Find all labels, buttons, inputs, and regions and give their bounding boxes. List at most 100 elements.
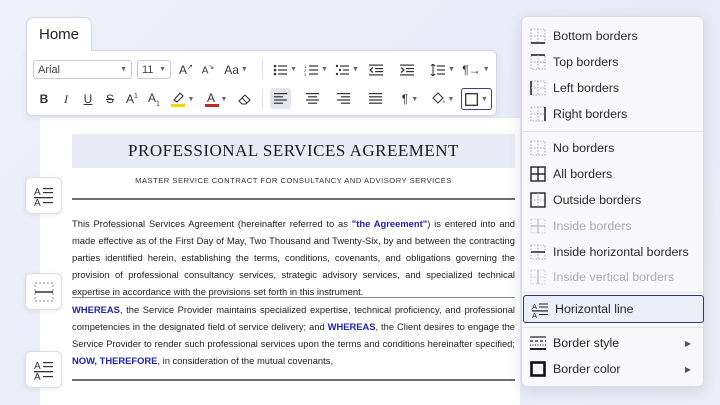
border-top-icon	[530, 54, 546, 70]
align-justify-icon	[369, 93, 382, 104]
menu-item-label: Inside vertical borders	[553, 270, 675, 284]
horizontal-line-icon: AA	[532, 302, 548, 318]
menu-item-all-borders[interactable]: All borders	[522, 161, 703, 187]
strikethrough-button[interactable]: S	[101, 89, 119, 109]
insert-horizontal-line-button[interactable]: AA	[25, 177, 62, 214]
inside-border-button[interactable]	[25, 273, 62, 310]
highlight-color-button[interactable]: ▼	[167, 89, 197, 109]
menu-divider	[522, 292, 703, 293]
svg-text:A: A	[34, 198, 41, 206]
decrease-indent-button[interactable]	[367, 60, 385, 79]
menu-item-outside-borders[interactable]: Outside borders	[522, 187, 703, 213]
menu-item-label: No borders	[553, 141, 615, 155]
align-left-button[interactable]	[270, 88, 291, 109]
paragraph-marks-button[interactable]: ¶ ▼	[397, 89, 423, 109]
text-direction-button[interactable]: ¶→ ▼	[462, 60, 490, 79]
paragraph-text: , in consideration of the mutual covenan…	[157, 355, 334, 367]
grow-font-button[interactable]: A↗	[177, 60, 195, 79]
chevron-down-icon: ▼	[482, 66, 490, 73]
menu-item-left-borders[interactable]: Left borders	[522, 75, 703, 101]
change-case-button[interactable]: Aa ▼	[223, 60, 249, 79]
menu-item-inside-horizontal-borders[interactable]: Inside horizontal borders	[522, 239, 703, 265]
multilevel-list-button[interactable]: ▼	[334, 60, 360, 79]
toolbar-divider	[262, 89, 263, 109]
decrease-indent-icon	[369, 64, 383, 75]
border-style-icon	[530, 336, 546, 350]
menu-divider	[522, 327, 703, 328]
insert-horizontal-line-button-2[interactable]: AA	[25, 351, 62, 388]
align-center-button[interactable]	[302, 88, 323, 109]
menu-item-right-borders[interactable]: Right borders	[522, 101, 703, 127]
menu-item-border-color[interactable]: Border color ▶	[522, 356, 703, 382]
multilevel-list-icon	[335, 64, 350, 75]
svg-text:A: A	[34, 372, 41, 380]
align-right-button[interactable]	[333, 88, 354, 109]
paragraph-whereas: WHEREAS, the Service Provider maintains …	[72, 301, 515, 369]
menu-item-label: Top borders	[553, 55, 619, 69]
keyword: NOW, THEREFORE	[72, 355, 158, 367]
toolbar-divider	[262, 59, 263, 79]
border-all-icon	[530, 166, 546, 182]
font-color-button[interactable]: A ▼	[201, 89, 231, 109]
chevron-down-icon: ▼	[240, 66, 248, 73]
chevron-right-icon: ▶	[684, 338, 691, 348]
numbering-button[interactable]: 123 ▼	[303, 60, 329, 79]
justify-button[interactable]	[365, 88, 386, 109]
menu-item-label: Border color	[553, 362, 621, 376]
menu-item-label: Bottom borders	[553, 29, 638, 43]
border-outside-icon	[530, 192, 546, 208]
italic-button[interactable]: I	[57, 89, 75, 109]
border-inside-horizontal-icon	[530, 244, 546, 260]
increase-indent-icon	[400, 64, 414, 75]
border-none-icon	[530, 140, 546, 156]
chevron-down-icon: ▼	[159, 66, 166, 73]
bullets-button[interactable]: ▼	[272, 60, 298, 79]
underline-icon: U	[83, 92, 93, 106]
menu-item-border-style[interactable]: Border style ▶	[522, 330, 703, 356]
svg-text:A: A	[34, 361, 41, 372]
chevron-down-icon: ▼	[447, 95, 455, 103]
menu-item-inside-borders: Inside borders	[522, 213, 703, 239]
chevron-down-icon: ▼	[448, 66, 455, 73]
borders-button[interactable]: ▼	[461, 88, 492, 110]
paint-bucket-icon	[431, 92, 445, 104]
menu-item-label: Inside borders	[553, 219, 632, 233]
document-title: PROFESSIONAL SERVICES AGREEMENT	[72, 134, 515, 168]
svg-text:A: A	[207, 91, 215, 105]
superscript-button[interactable]: A1	[123, 89, 141, 109]
subscript-button[interactable]: A1	[145, 89, 163, 109]
menu-item-horizontal-line[interactable]: AA Horizontal line	[523, 295, 704, 323]
chevron-down-icon: ▼	[411, 95, 419, 103]
border-inside-horizontal-icon	[34, 282, 53, 301]
menu-item-bottom-borders[interactable]: Bottom borders	[522, 23, 703, 49]
menu-item-no-borders[interactable]: No borders	[522, 135, 703, 161]
chevron-down-icon: ▼	[290, 66, 297, 73]
menu-item-top-borders[interactable]: Top borders	[522, 49, 703, 75]
font-family-value: Arial	[38, 63, 61, 76]
border-bottom-icon	[530, 28, 546, 44]
font-size-select[interactable]: 11 ▼	[137, 60, 171, 79]
tab-home[interactable]: Home	[26, 17, 92, 51]
formatting-toolbar: Arial ▼ 11 ▼ A↗ A↘ Aa ▼ ▼ 123 ▼ ▼ ▼ ¶→ ▼ …	[26, 50, 497, 116]
bold-button[interactable]: B	[35, 89, 53, 109]
align-left-icon	[274, 93, 287, 104]
underline-button[interactable]: U	[79, 89, 97, 109]
border-right-icon	[530, 106, 546, 122]
shrink-font-button[interactable]: A↘	[199, 60, 217, 79]
line-spacing-button[interactable]: ▼	[430, 60, 456, 79]
shading-button[interactable]: ▼	[427, 89, 457, 109]
increase-indent-button[interactable]	[398, 60, 416, 79]
paragraph-intro: This Professional Services Agreement (he…	[72, 215, 515, 300]
border-left-icon	[530, 80, 546, 96]
menu-divider	[522, 131, 703, 132]
bullet-list-icon	[273, 64, 288, 75]
bold-icon: B	[39, 92, 49, 106]
horizontal-rule	[72, 379, 515, 381]
font-family-select[interactable]: Arial ▼	[33, 60, 132, 79]
grow-font-icon: A↗	[179, 62, 193, 77]
clear-formatting-button[interactable]	[235, 89, 255, 109]
chevron-down-icon: ▼	[481, 95, 488, 103]
keyword: WHEREAS	[72, 304, 120, 315]
line-spacing-icon	[431, 63, 446, 76]
document-page[interactable]: PROFESSIONAL SERVICES AGREEMENT MASTER S…	[40, 118, 520, 405]
